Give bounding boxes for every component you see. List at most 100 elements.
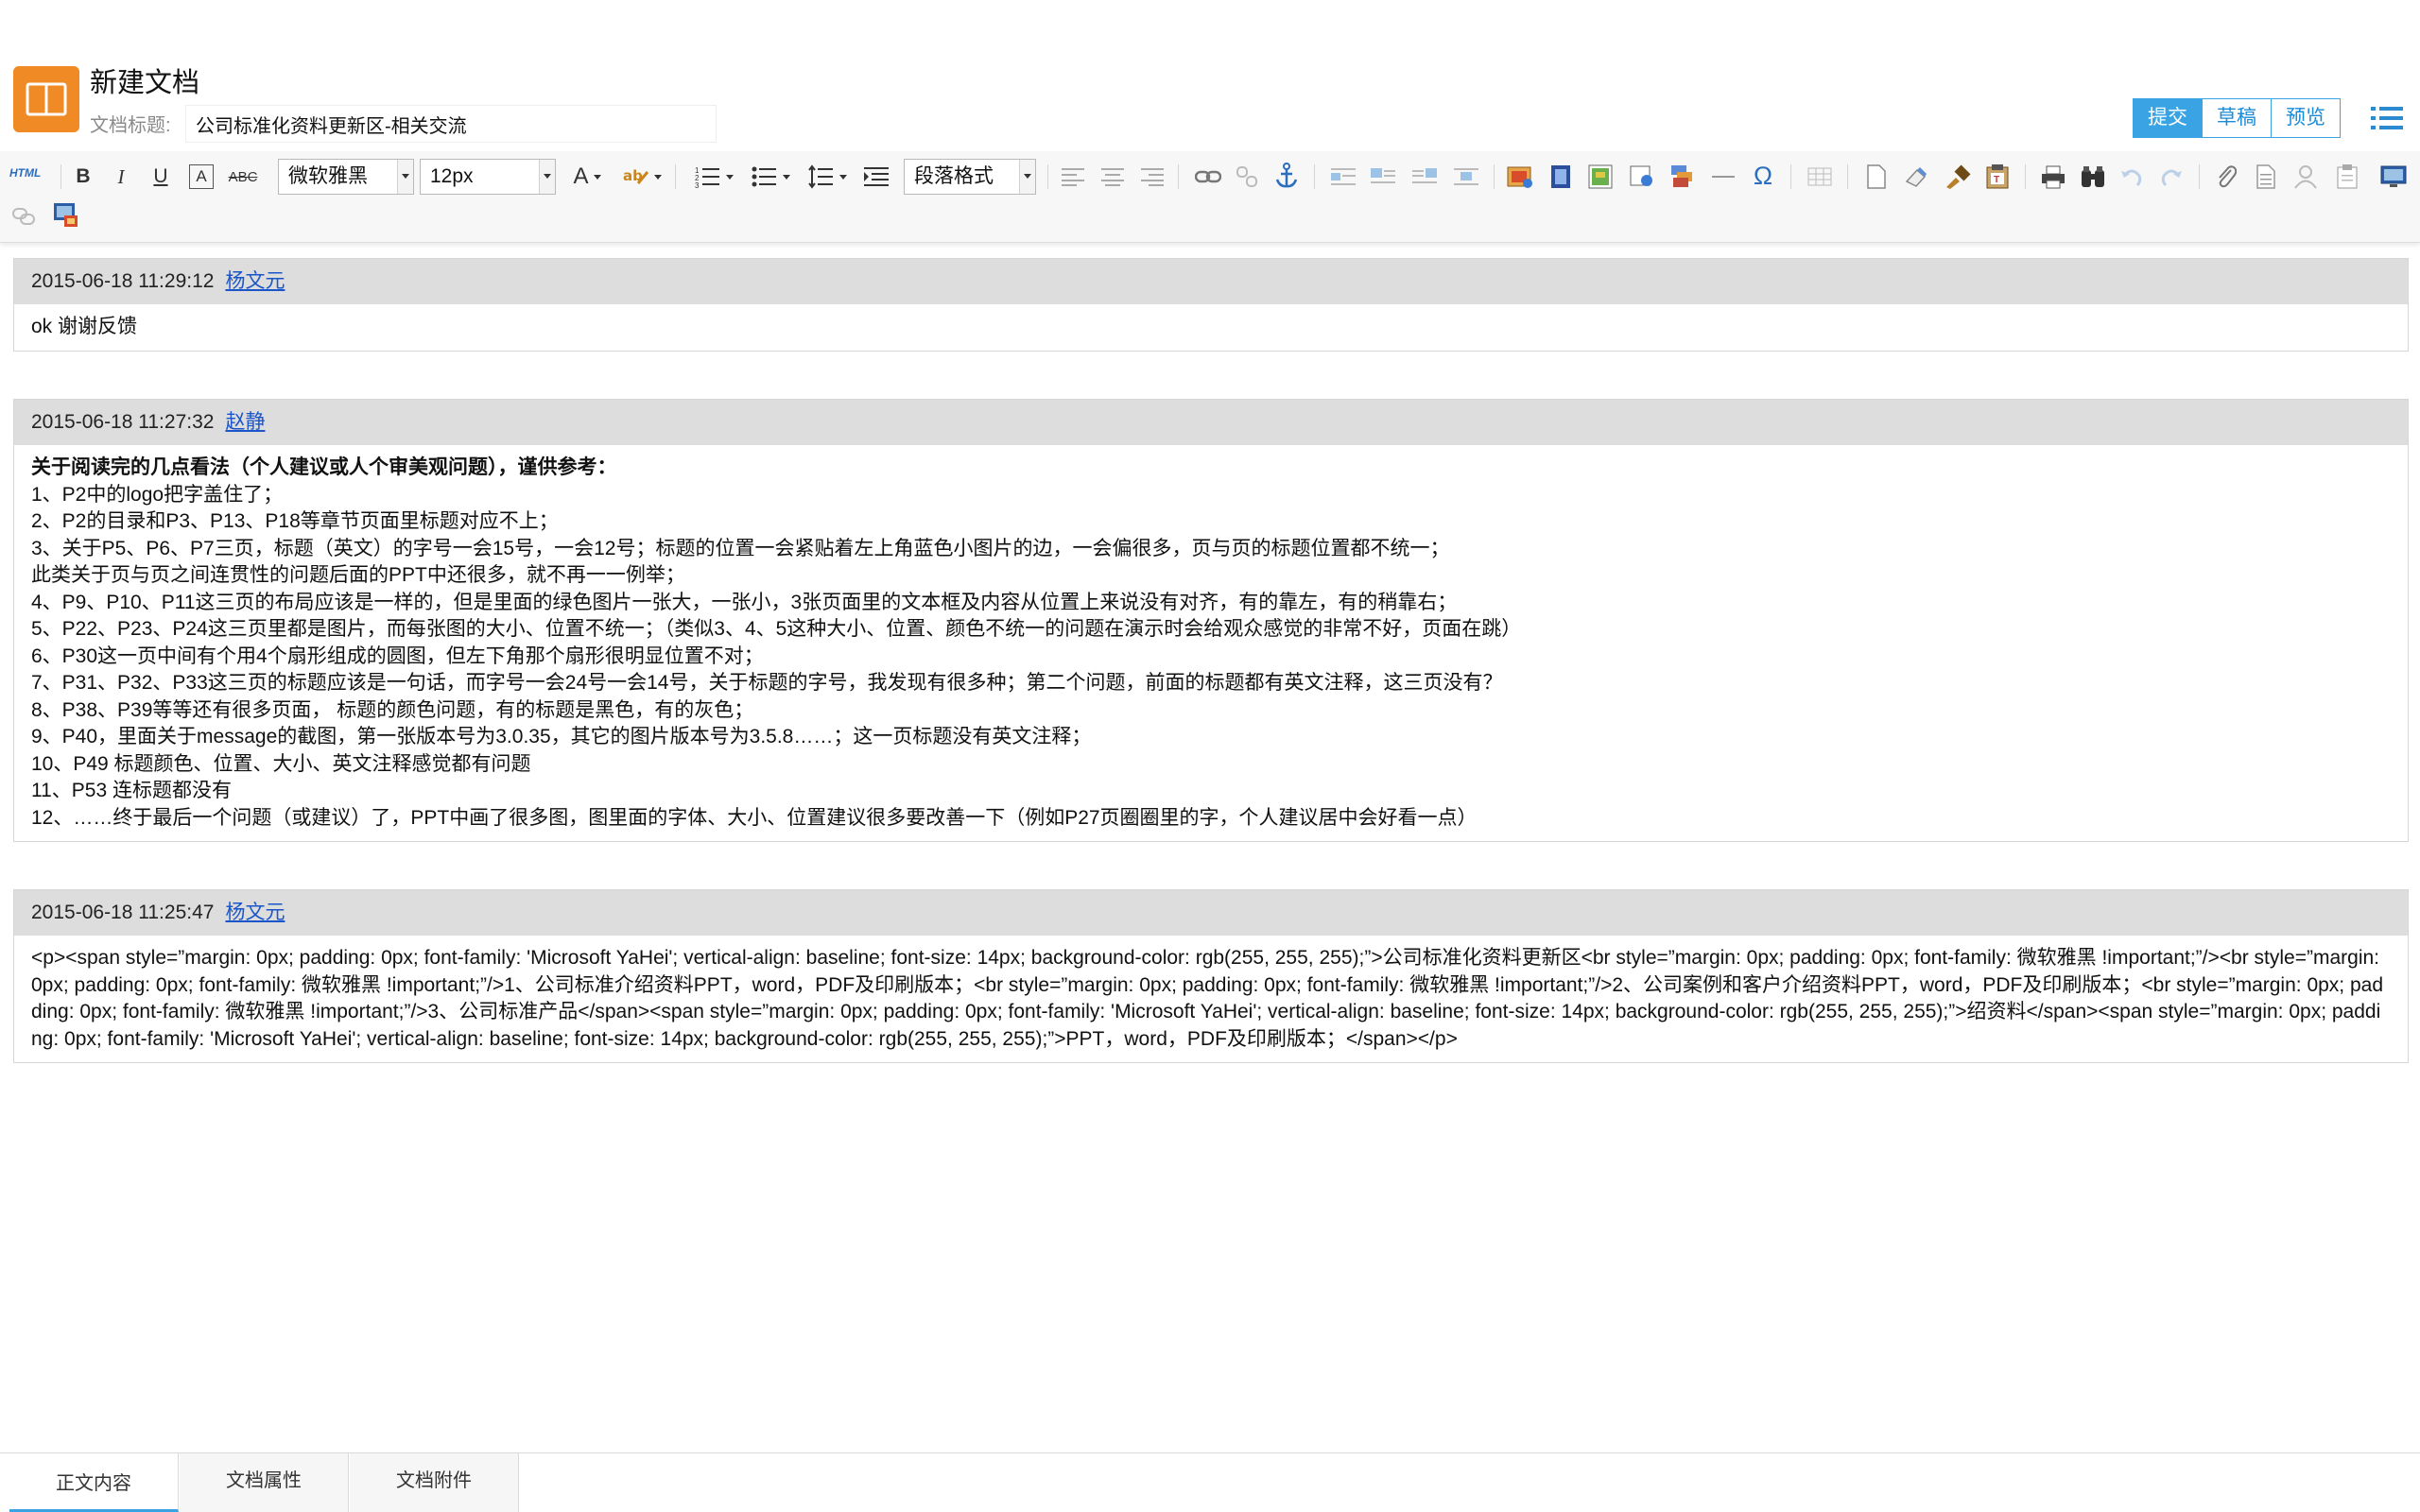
doc-title-label: 文档标题:	[90, 115, 171, 136]
chevron-down-icon	[653, 174, 662, 180]
submit-button[interactable]: 提交	[2134, 99, 2203, 137]
format-brush-icon[interactable]	[1944, 163, 1972, 191]
svg-text:3: 3	[695, 181, 700, 189]
insert-map-icon[interactable]	[1586, 163, 1615, 191]
insert-image-icon[interactable]	[1505, 163, 1535, 191]
toolbar-separator	[1178, 164, 1179, 189]
toolbar-separator	[1314, 164, 1315, 189]
comment-line: 2、P2的目录和P3、P13、P18等章节页面里标题对应不上；	[31, 510, 559, 532]
align-left-icon[interactable]	[1059, 164, 1087, 189]
toolbar-separator	[1047, 164, 1048, 189]
preview-button[interactable]: 预览	[2272, 99, 2340, 137]
font-border-icon[interactable]: A	[189, 164, 214, 189]
comment-header: 2015-06-18 11:27:32 赵静	[14, 400, 2408, 445]
ordered-list-icon[interactable]: 123	[692, 163, 735, 191]
unordered-list-icon[interactable]	[749, 163, 792, 191]
fullscreen-icon[interactable]	[2378, 163, 2409, 191]
comment-line: 3、关于P5、P6、P7三页，标题（英文）的字号一会15号，一会12号；标题的位…	[31, 537, 1450, 559]
anchor-icon[interactable]	[1272, 161, 1301, 191]
font-family-select[interactable]: 微软雅黑	[278, 159, 414, 195]
insert-code-icon[interactable]	[1668, 163, 1698, 191]
print-icon[interactable]	[2038, 163, 2068, 191]
highlight-color-icon[interactable]: ab	[620, 161, 664, 193]
chevron-down-icon	[725, 174, 734, 180]
doc-title-input[interactable]	[185, 105, 717, 143]
underline-icon[interactable]: U	[149, 163, 172, 191]
link-icon[interactable]	[1193, 164, 1223, 189]
menu-list-icon[interactable]	[2371, 104, 2403, 132]
toolbar-separator	[2025, 164, 2026, 189]
page-title: 新建文档	[90, 68, 200, 98]
unlink-icon[interactable]	[1233, 163, 1261, 191]
italic-icon[interactable]: I	[110, 163, 132, 191]
line-height-icon[interactable]	[805, 163, 849, 191]
template-icon[interactable]	[2252, 163, 2280, 191]
paste-plain-icon[interactable]: T	[1983, 163, 2012, 191]
toolbar-separator	[1494, 164, 1495, 189]
chevron-down-icon	[838, 174, 847, 180]
indent-icon[interactable]	[862, 163, 890, 191]
new-document-icon[interactable]	[1862, 163, 1891, 191]
align-right-icon[interactable]	[1138, 164, 1167, 189]
image-left-icon[interactable]	[1369, 166, 1397, 187]
undo-icon[interactable]	[2118, 163, 2146, 191]
attachment-icon[interactable]	[2212, 163, 2240, 191]
clipboard-icon[interactable]	[2333, 163, 2361, 191]
font-size-value: 12px	[430, 165, 474, 187]
image-center-icon[interactable]	[1452, 166, 1480, 187]
comment-line: 6、P30这一页中间有个用4个扇形组成的圆图，但左下角那个扇形很明显位置不对；	[31, 644, 764, 667]
comment-line: 7、P31、P32、P33这三页的标题应该是一句话，而字号一会24号一会14号，…	[31, 672, 1503, 694]
comment-time: 2015-06-18 11:27:32	[31, 411, 215, 433]
insert-table-icon[interactable]	[1806, 164, 1834, 189]
comment-line: 1、P2中的logo把字盖住了；	[31, 483, 284, 506]
comment-line: 12、……终于最后一个问题（或建议）了，PPT中画了很多图，图里面的字体、大小、…	[31, 806, 1478, 829]
chevron-down-icon	[539, 160, 555, 194]
comment-line: 8、P38、P39等等还有很多页面， 标题的颜色问题，有的标题是黑色，有的灰色；	[31, 698, 754, 721]
user-help-icon[interactable]	[2291, 163, 2320, 191]
toolbar-separator	[1790, 164, 1791, 189]
comment-item: 2015-06-18 11:27:32 赵静 关于阅读完的几点看法（个人建议或人个…	[13, 399, 2409, 842]
comment-author-link[interactable]: 赵静	[225, 411, 265, 433]
image-right-icon[interactable]	[1410, 166, 1439, 187]
html-source-button[interactable]: HTML	[9, 166, 41, 180]
comment-line: 5、P22、P23、P24这三页里都是图片，而每张图的大小、位置不统一；（类似3…	[31, 618, 1522, 640]
comment-author-link[interactable]: 杨文元	[225, 902, 285, 923]
comment-time: 2015-06-18 11:29:12	[31, 270, 215, 292]
tab-body-content[interactable]: 正文内容	[9, 1453, 179, 1512]
toolbar-separator	[1847, 164, 1848, 189]
insert-video-icon[interactable]	[1547, 163, 1575, 191]
horizontal-rule-icon[interactable]	[1709, 163, 1737, 191]
draft-button[interactable]: 草稿	[2203, 99, 2272, 137]
toolbar-separator	[2199, 164, 2200, 189]
paragraph-format-value: 段落格式	[914, 165, 994, 187]
chevron-down-icon	[1019, 160, 1035, 194]
font-family-value: 微软雅黑	[288, 165, 368, 187]
comment-line: 11、P53 连标题都没有	[31, 780, 232, 801]
snapshot-icon[interactable]	[51, 200, 81, 231]
special-char-icon[interactable]: Ω	[1749, 161, 1777, 191]
eraser-icon[interactable]	[1902, 163, 1930, 191]
bold-icon[interactable]: B	[72, 163, 95, 191]
comment-item: 2015-06-18 11:29:12 杨文元 ok 谢谢反馈	[13, 258, 2409, 352]
font-size-select[interactable]: 12px	[420, 159, 556, 195]
remove-format-icon[interactable]	[9, 202, 38, 231]
insert-frame-icon[interactable]	[1628, 163, 1656, 191]
comment-line: 4、P9、P10、P11这三页的布局应该是一样的，但是里面的绿色图片一张大，一张…	[31, 591, 1458, 613]
book-icon	[13, 66, 79, 132]
chevron-down-icon	[782, 174, 790, 180]
search-replace-icon[interactable]	[2078, 163, 2108, 191]
tab-doc-properties[interactable]: 文档属性	[180, 1453, 349, 1512]
bottom-tab-bar: 正文内容 文档属性 文档附件	[0, 1452, 2420, 1512]
comment-item: 2015-06-18 11:25:47 杨文元 <p><span style=”m…	[13, 889, 2409, 1063]
tab-doc-attachments[interactable]: 文档附件	[350, 1453, 519, 1512]
editor-page: 新建文档 文档标题: 提交 草稿 预览 HTML B I U A ABC 微软雅…	[0, 0, 2420, 1512]
comment-author-link[interactable]: 杨文元	[225, 270, 285, 292]
image-none-icon[interactable]	[1329, 166, 1357, 187]
document-header: 新建文档 文档标题: 提交 草稿 预览	[0, 0, 2420, 151]
comment-line: 10、P49 标题颜色、位置、大小、英文注释感觉都有问题	[31, 752, 531, 775]
align-center-icon[interactable]	[1098, 164, 1127, 189]
redo-icon[interactable]	[2157, 163, 2186, 191]
strikethrough-icon[interactable]: ABC	[227, 163, 259, 191]
paragraph-format-select[interactable]: 段落格式	[904, 159, 1036, 195]
font-color-icon[interactable]: A	[565, 161, 609, 193]
